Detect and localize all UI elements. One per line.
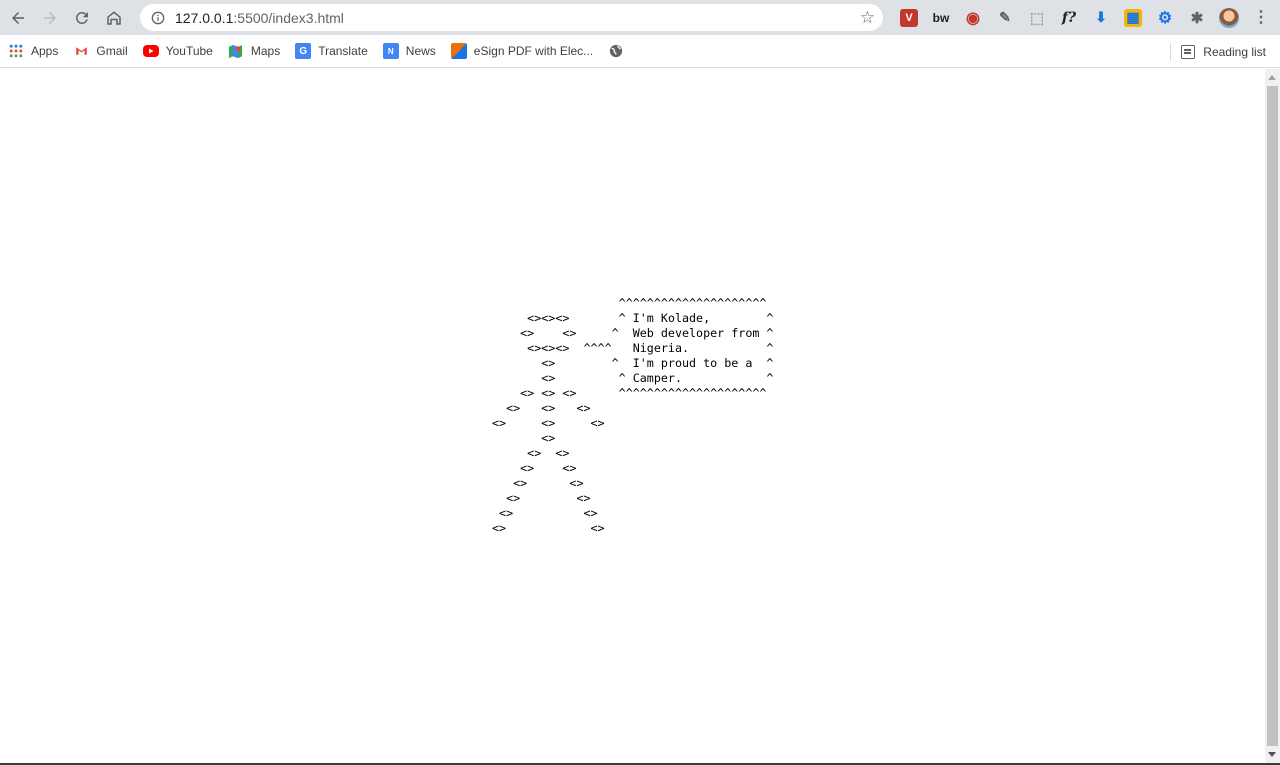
home-button[interactable] [100,4,128,32]
bookmark-esign[interactable]: eSign PDF with Elec... [444,38,600,64]
ext-formula-button[interactable]: f? [1053,4,1085,31]
eyedropper-extension-icon: ✎ [999,9,1011,25]
url-text[interactable]: 127.0.0.1:5500/index3.html [175,10,344,26]
gear-extension-icon: ⚙ [1157,9,1173,27]
forward-button[interactable] [36,4,64,32]
bookmark-apps[interactable]: Apps [1,38,65,64]
formula-extension-icon: f? [1061,9,1077,26]
vertical-scrollbar[interactable] [1265,69,1280,763]
grid-extension-icon: ▦ [1124,8,1142,27]
translate-icon: G [295,43,312,59]
back-button[interactable] [4,4,32,32]
url-path: :5500/index3.html [233,9,344,26]
ext-grid-button[interactable]: ▦ [1117,4,1149,31]
profile-button[interactable] [1213,4,1245,31]
scroll-up-arrow-icon[interactable] [1268,75,1276,80]
extensions-menu-button[interactable]: ✱ [1181,4,1213,31]
bookmark-youtube[interactable]: YouTube [136,38,220,64]
scroll-down-arrow-icon[interactable] [1268,752,1276,757]
bookmark-maps[interactable]: Maps [221,38,287,64]
globe-icon [608,43,624,59]
puzzle-icon: ✱ [1190,9,1204,27]
bookmark-gmail[interactable]: Gmail [66,38,134,64]
ascii-art: ^^^^^^^^^^^^^^^^^^^^^ <><><> ^ I'm Kolad… [492,296,774,535]
bw-extension-icon: bw [932,10,950,25]
browser-toolbar: 127.0.0.1:5500/index3.html ☆ V bw ◉ ✎ ⬚ … [0,0,1280,35]
bookmark-globe[interactable] [601,38,638,64]
star-icon[interactable]: ☆ [860,9,875,26]
page-viewport: ^^^^^^^^^^^^^^^^^^^^^ <><><> ^ I'm Kolad… [0,69,1265,763]
youtube-icon [142,45,159,57]
reload-button[interactable] [68,4,96,32]
apps-grid-icon [8,43,24,59]
esign-icon [450,43,467,59]
ext-eyedropper-button[interactable]: ✎ [989,4,1021,31]
reload-icon [75,11,88,24]
bookmark-label: Maps [250,44,281,58]
bookmark-label: YouTube [165,44,213,58]
ext-gear-button[interactable]: ⚙ [1149,4,1181,31]
ext-eye-button[interactable]: ◉ [957,4,989,31]
extensions-bar: V bw ◉ ✎ ⬚ f? ⬇ ▦ ⚙ ✱ ⋮ [893,4,1277,31]
bookmarks-bar: Apps Gmail YouTube Maps G Translate N Ne… [0,35,1280,68]
gmail-icon [73,43,89,59]
scrollbar-thumb[interactable] [1267,86,1278,746]
ext-v-button[interactable]: V [893,4,925,31]
browser-menu-button[interactable]: ⋮ [1245,4,1277,31]
maps-icon [228,43,244,59]
home-icon [107,10,121,25]
bookmark-translate[interactable]: G Translate [288,38,375,64]
address-bar[interactable]: 127.0.0.1:5500/index3.html ☆ [140,4,883,31]
reading-list-label: Reading list [1203,45,1266,59]
download-extension-icon: ⬇ [1095,9,1107,25]
eye-extension-icon: ◉ [966,9,980,27]
url-host: 127.0.0.1 [175,9,234,26]
bookmark-label: Translate [318,44,368,58]
ext-download-button[interactable]: ⬇ [1085,4,1117,31]
arrow-right-icon [44,11,56,24]
ext-dotted-button[interactable]: ⬚ [1021,4,1053,31]
info-icon[interactable] [150,10,166,26]
reading-list-button[interactable]: Reading list [1170,39,1266,65]
bookmark-label: Gmail [96,44,128,58]
bookmark-label: Apps [31,44,59,58]
arrow-left-icon [12,11,24,24]
avatar [1219,7,1239,28]
divider [1170,43,1172,61]
ext-bw-button[interactable]: bw [925,4,957,31]
three-dot-menu-icon: ⋮ [1253,8,1269,26]
reading-list-icon [1181,45,1196,59]
bookmark-label: eSign PDF with Elec... [473,44,594,58]
news-icon: N [382,43,399,59]
dotted-square-extension-icon: ⬚ [1029,9,1045,27]
bookmark-news[interactable]: N News [376,38,443,64]
bookmark-label: News [405,44,436,58]
v-extension-icon: V [900,8,918,27]
